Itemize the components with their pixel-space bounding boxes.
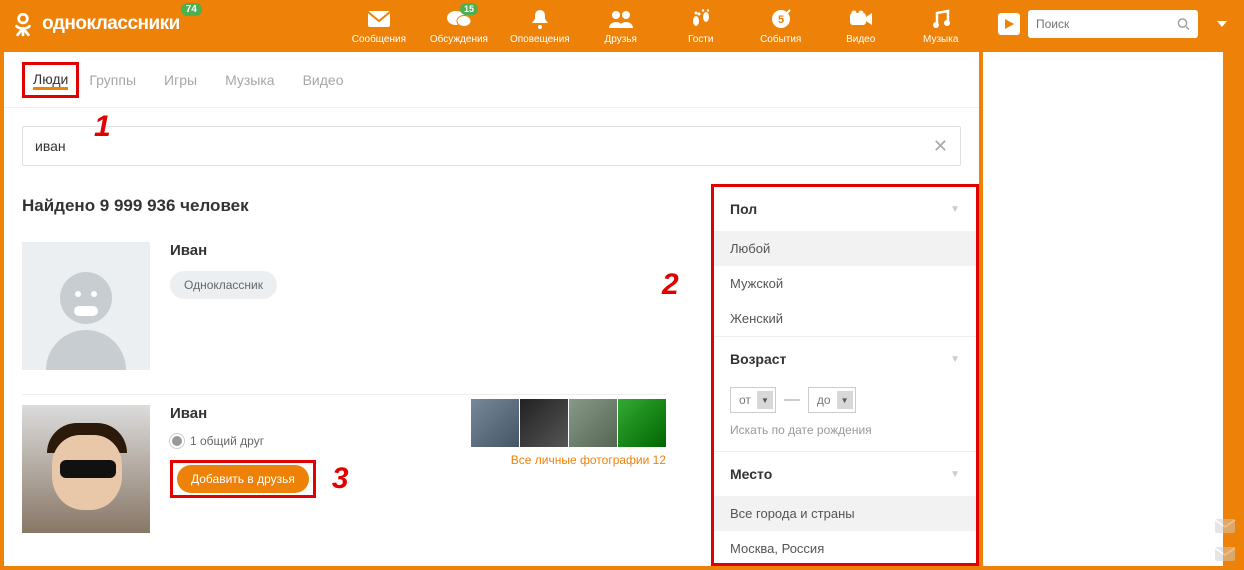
filters-panel: Пол ▼ Любой Мужской Женский Возраст ▼: [711, 184, 979, 566]
top-search[interactable]: [1028, 10, 1198, 38]
music-icon: [931, 8, 951, 30]
tab-groups[interactable]: Группы: [85, 66, 140, 94]
filter-gender-header[interactable]: Пол ▼: [714, 187, 976, 231]
photo-thumbnails: Все личные фотографии 12: [471, 399, 666, 467]
filter-title: Пол: [730, 201, 757, 217]
place-option-all[interactable]: Все города и страны: [714, 496, 976, 531]
filter-place-header[interactable]: Место ▼: [714, 452, 976, 496]
age-to-select[interactable]: до▼: [808, 387, 856, 413]
person-result: Иван 1 общий друг Добавить в друзья 3: [22, 395, 666, 557]
video-icon: [849, 8, 873, 30]
photo-thumb[interactable]: [520, 399, 568, 447]
friends-icon: [608, 8, 634, 30]
notifications-badge: 74: [181, 3, 202, 16]
nav-guests[interactable]: Гости: [672, 8, 730, 45]
search-row: ✕: [4, 108, 979, 184]
nav-label: Друзья: [604, 34, 636, 45]
top-nav: Сообщения 15 Обсуждения Оповещения Друзь…: [350, 4, 970, 45]
filter-title: Возраст: [730, 351, 786, 367]
dropdown-icon: ▼: [757, 391, 773, 409]
birth-date-link[interactable]: Искать по дате рождения: [714, 423, 976, 451]
footprints-icon: [690, 8, 712, 30]
nav-label: Сообщения: [352, 34, 406, 45]
ok-logo-icon: [10, 11, 36, 37]
people-search-input-wrap[interactable]: ✕: [22, 126, 961, 166]
bell-icon: [530, 8, 550, 30]
nav-label: Гости: [688, 34, 713, 45]
photo-thumb[interactable]: [569, 399, 617, 447]
gender-option-female[interactable]: Женский: [714, 301, 976, 336]
chevron-down-icon: ▼: [950, 354, 960, 365]
nav-discussions[interactable]: 15 Обсуждения: [430, 8, 488, 45]
tab-people[interactable]: Люди: [33, 71, 68, 90]
player-icon[interactable]: [998, 13, 1020, 35]
filter-title: Место: [730, 466, 772, 482]
right-sidebar: [983, 52, 1223, 566]
nav-alerts[interactable]: Оповещения: [510, 8, 570, 45]
events-icon: 5: [769, 8, 793, 30]
annotation-box-3: Добавить в друзья: [170, 460, 316, 498]
search-tabs: Люди Люди Группы Игры Музыка Видео: [4, 52, 979, 108]
envelope-icon[interactable]: [1214, 546, 1236, 562]
nav-video[interactable]: Видео: [832, 8, 890, 45]
chevron-down-icon: ▼: [950, 469, 960, 480]
nav-label: Обсуждения: [430, 34, 488, 45]
top-header: одноклассники 74 Сообщения 15 Обсуждения…: [0, 0, 1244, 48]
filter-age-header[interactable]: Возраст ▼: [714, 337, 976, 381]
chevron-down-icon[interactable]: [1216, 19, 1228, 29]
avatar-placeholder[interactable]: [22, 242, 150, 370]
annotation-1: 1: [94, 110, 111, 144]
top-search-input[interactable]: [1036, 17, 1177, 31]
annotation-box-1: Люди: [22, 62, 79, 98]
logo[interactable]: одноклассники 74: [10, 11, 180, 37]
header-right: [998, 10, 1234, 38]
nav-label: Видео: [846, 34, 875, 45]
discussions-badge: 15: [460, 3, 478, 15]
person-name[interactable]: Иван: [170, 242, 666, 259]
tab-video[interactable]: Видео: [299, 66, 348, 94]
mail-icon: [367, 8, 391, 30]
range-dash: —: [784, 391, 800, 409]
results-count: Найдено 9 999 936 человек: [22, 196, 666, 216]
nav-label: Музыка: [923, 34, 958, 45]
svg-text:5: 5: [778, 14, 784, 26]
relation-tag: Одноклассник: [170, 271, 277, 299]
avatar-photo[interactable]: [22, 405, 150, 533]
gender-option-male[interactable]: Мужской: [714, 266, 976, 301]
dropdown-icon: ▼: [837, 391, 853, 409]
chevron-down-icon: ▼: [950, 204, 960, 215]
nav-messages[interactable]: Сообщения: [350, 8, 408, 45]
tab-games[interactable]: Игры: [160, 66, 201, 94]
results-column: 2 Найдено 9 999 936 человек Иван Однокла…: [4, 184, 684, 566]
all-photos-link[interactable]: Все личные фотографии 12: [511, 453, 666, 467]
tab-music[interactable]: Музыка: [221, 66, 279, 94]
mutual-friends-text: 1 общий друг: [190, 434, 264, 448]
people-search-input[interactable]: [35, 138, 933, 154]
envelope-icon[interactable]: [1214, 518, 1236, 534]
annotation-3: 3: [332, 462, 349, 496]
photo-thumb[interactable]: [618, 399, 666, 447]
nav-events[interactable]: 5 События: [752, 8, 810, 45]
logo-text: одноклассники: [42, 13, 180, 35]
main-content: 1 Люди Люди Группы Игры Музыка Видео ✕ 2…: [4, 52, 979, 566]
clear-search-icon[interactable]: ✕: [933, 136, 948, 157]
mutual-avatar-icon: [170, 434, 184, 448]
person-result: Иван Одноклассник: [22, 232, 666, 395]
nav-friends[interactable]: Друзья: [592, 8, 650, 45]
place-option-moscow[interactable]: Москва, Россия: [714, 531, 976, 566]
photo-thumb[interactable]: [471, 399, 519, 447]
floating-message-icons: [1214, 518, 1236, 562]
age-from-select[interactable]: от▼: [730, 387, 776, 413]
nav-label: События: [760, 34, 801, 45]
nav-music[interactable]: Музыка: [912, 8, 970, 45]
gender-option-any[interactable]: Любой: [714, 231, 976, 266]
nav-label: Оповещения: [510, 34, 570, 45]
add-friend-button[interactable]: Добавить в друзья: [177, 465, 309, 493]
search-icon: [1177, 17, 1190, 31]
